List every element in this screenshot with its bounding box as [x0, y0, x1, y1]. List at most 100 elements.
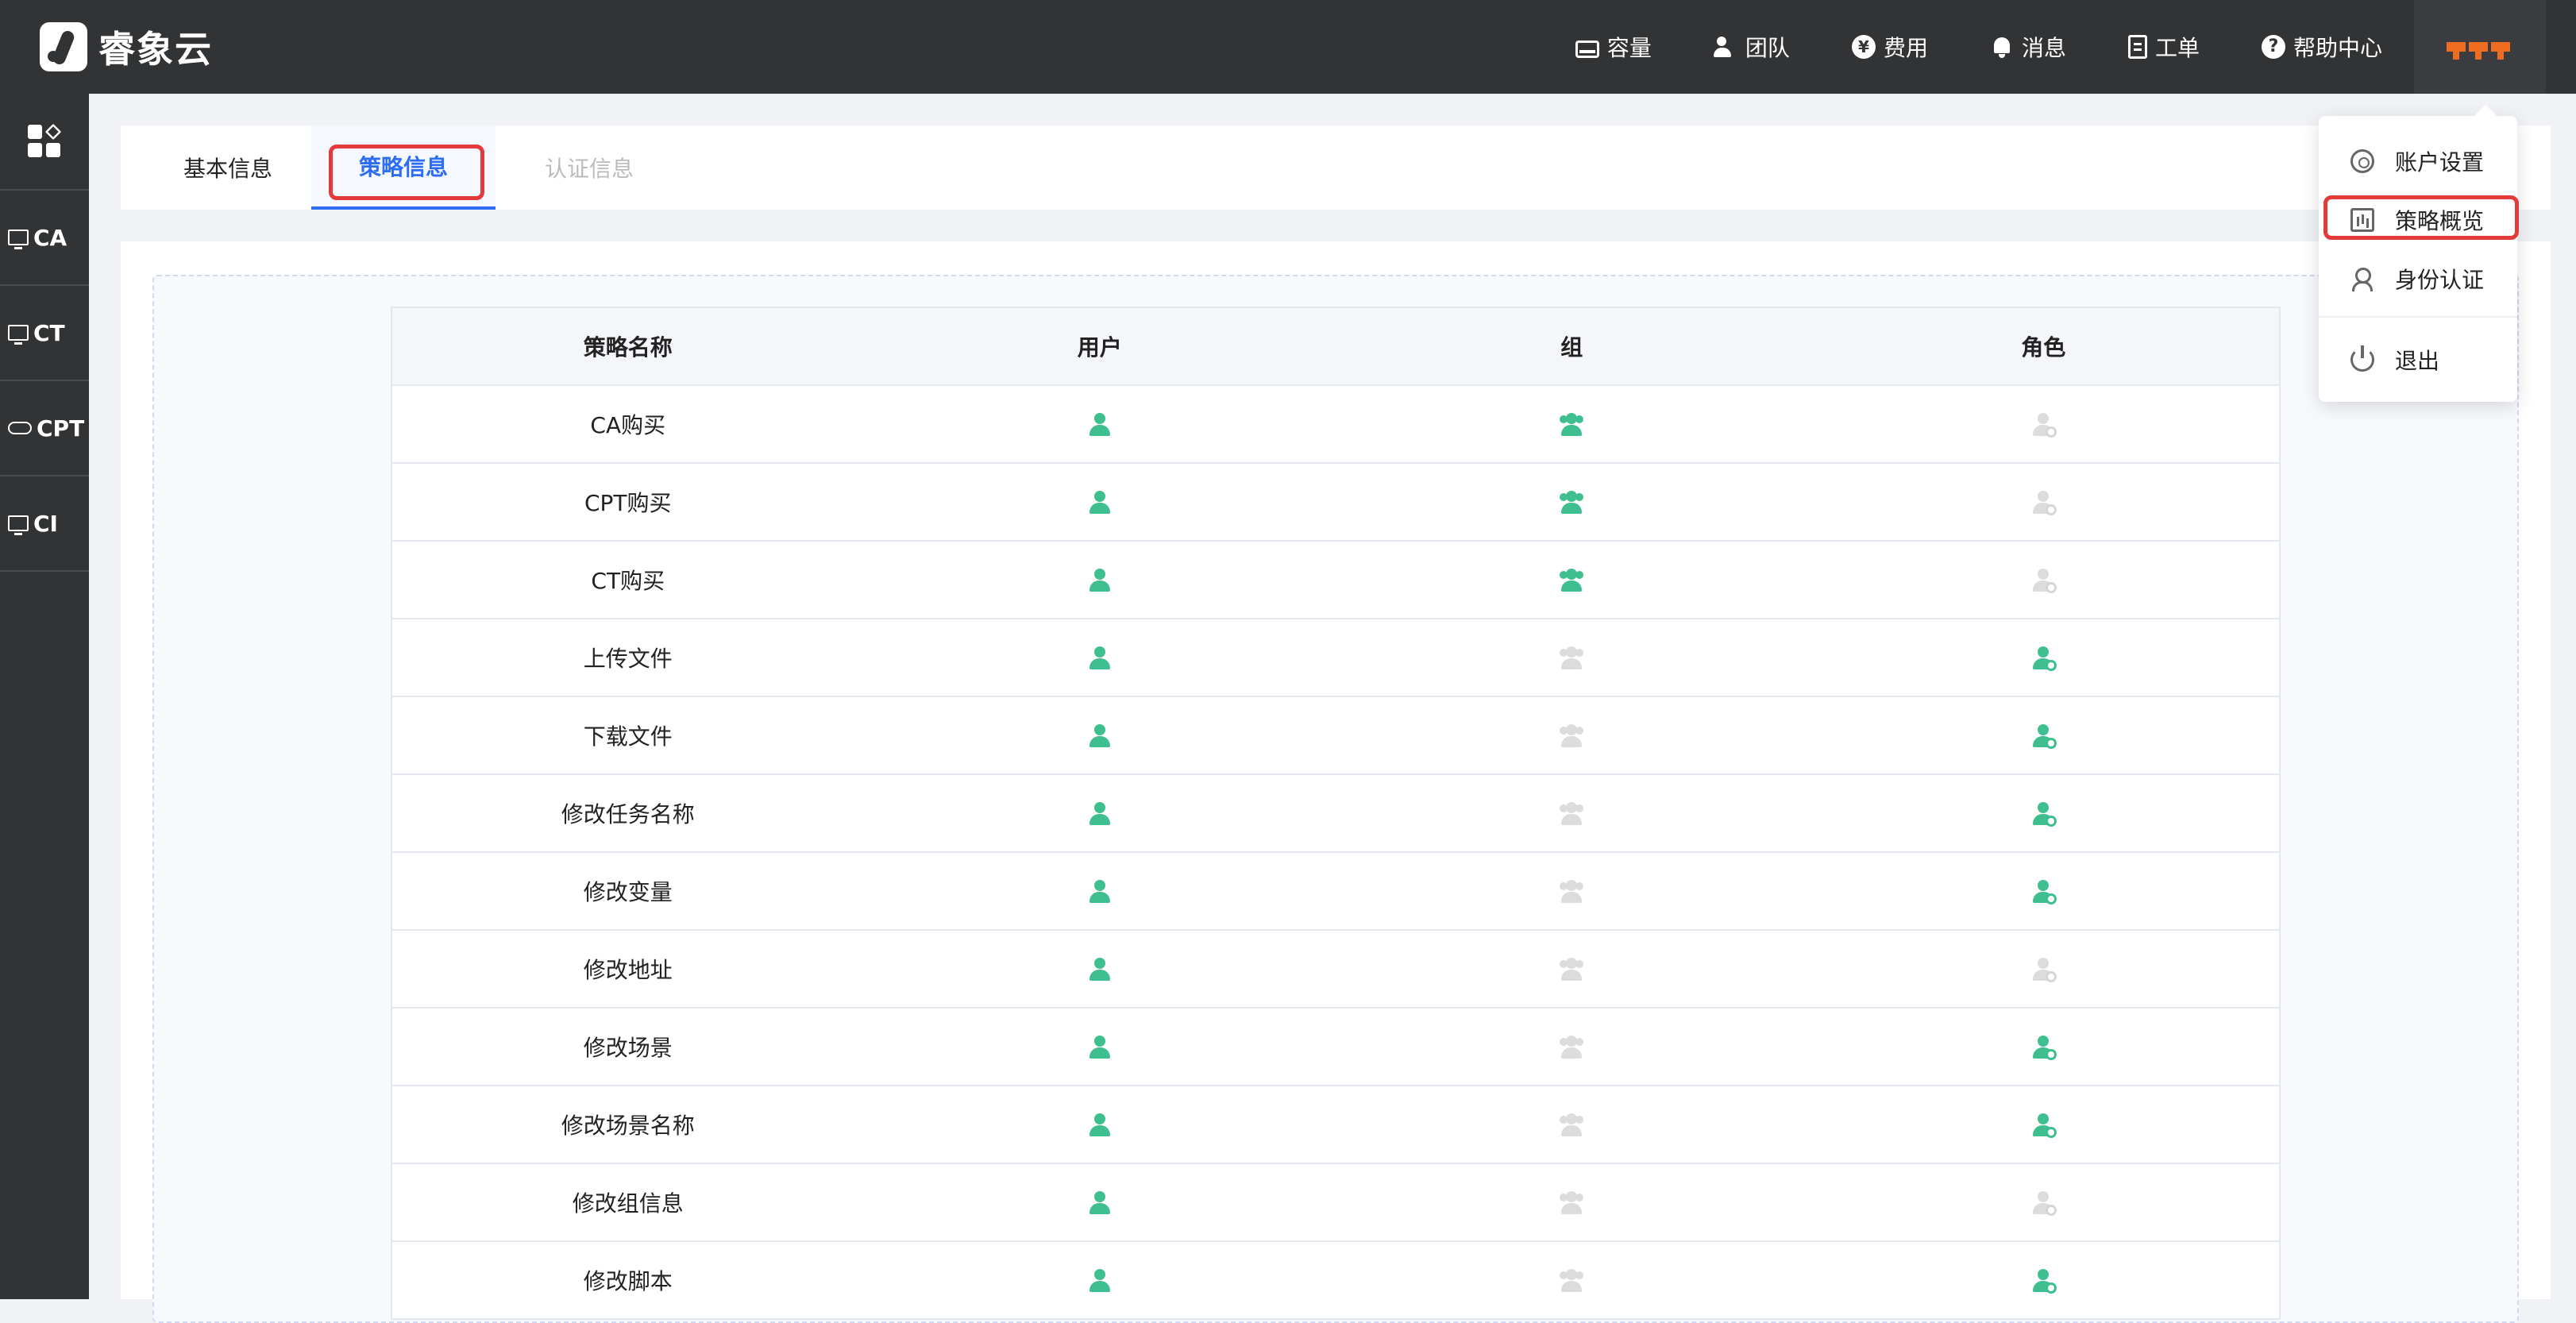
policy-table-body: CA购买 CPT购买 CT购买 上传文件 下载文件 修改任务名称 修改变量 修改地址 修改场景修… — [391, 385, 2280, 1320]
group-disabled-icon — [1560, 879, 1584, 904]
role-cell — [1807, 463, 2280, 542]
group-disabled-icon — [1560, 801, 1584, 827]
tab-auth-info[interactable]: 认证信息 — [496, 125, 683, 210]
help-icon: ? — [2261, 35, 2285, 59]
menu-logout[interactable]: 退出 — [2319, 332, 2517, 388]
table-row: 下载文件 — [391, 696, 2280, 775]
sidebar: CA CT CPT CI — [0, 94, 89, 1299]
team-icon — [1713, 35, 1737, 59]
role-disabled-icon — [2031, 412, 2057, 438]
group-cell — [1336, 1086, 1808, 1164]
group-disabled-icon — [1560, 1035, 1584, 1060]
role-enabled-icon — [2031, 1113, 2057, 1138]
group-enabled-icon — [1560, 490, 1584, 515]
role-disabled-icon — [2031, 957, 2057, 982]
col-policy-name: 策略名称 — [391, 307, 864, 386]
user-enabled-icon — [1088, 1113, 1112, 1138]
role-cell — [1807, 1241, 2280, 1320]
policy-name-cell: 修改脚本 — [391, 1241, 864, 1320]
role-cell — [1807, 541, 2280, 619]
table-row: 修改任务名称 — [391, 774, 2280, 853]
group-disabled-icon — [1560, 646, 1584, 671]
group-cell — [1336, 619, 1808, 697]
nav-ticket[interactable]: 工单 — [2127, 31, 2200, 63]
role-cell — [1807, 852, 2280, 931]
brand-logo[interactable]: 睿象云 — [40, 22, 213, 71]
monitor-icon — [8, 515, 29, 535]
policy-name-cell: CA购买 — [391, 385, 864, 464]
policy-name-cell: 修改变量 — [391, 852, 864, 931]
user-cell — [863, 463, 1336, 542]
col-role: 角色 — [1807, 307, 2280, 386]
user-enabled-icon — [1088, 957, 1112, 982]
monitor-icon — [8, 325, 29, 345]
group-cell — [1336, 852, 1808, 931]
role-disabled-icon — [2031, 568, 2057, 593]
group-cell — [1336, 1241, 1808, 1320]
clipboard-icon — [2127, 35, 2147, 59]
policy-table: 策略名称 用户 组 角色 CA购买 CPT购买 CT购买 上传文件 下载文件 修改任务名称… — [391, 307, 2281, 1320]
user-cell — [863, 385, 1336, 464]
sidebar-item-ca[interactable]: CA — [0, 191, 89, 286]
role-cell — [1807, 774, 2280, 853]
user-enabled-icon — [1088, 723, 1112, 749]
nav-help[interactable]: ? 帮助中心 — [2261, 31, 2382, 63]
nav-ticket-label: 工单 — [2154, 35, 2200, 61]
menu-account-settings[interactable]: 账户设置 — [2319, 133, 2517, 189]
nav-capacity[interactable]: 容量 — [1575, 31, 1652, 63]
sidebar-home[interactable] — [0, 94, 89, 191]
table-row: 修改地址 — [391, 930, 2280, 1009]
table-row: CT购买 — [391, 541, 2280, 619]
policy-name-cell: CT购买 — [391, 541, 864, 619]
user-cell — [863, 696, 1336, 775]
policy-name-cell: 修改组信息 — [391, 1163, 864, 1242]
table-row: 修改场景名称 — [391, 1086, 2280, 1164]
user-dropdown-menu: 账户设置 策略概览 身份认证 退出 — [2319, 116, 2517, 402]
apps-grid-icon — [28, 123, 62, 158]
user-enabled-icon — [1088, 1190, 1112, 1216]
user-avatar-menu[interactable] — [2414, 0, 2546, 94]
sidebar-item-ci[interactable]: CI — [0, 476, 89, 572]
menu-item-label: 身份认证 — [2395, 267, 2485, 293]
menu-item-label: 账户设置 — [2395, 149, 2485, 176]
table-row: 修改变量 — [391, 852, 2280, 931]
nav-fee-label: 费用 — [1883, 35, 1928, 61]
nav-fee[interactable]: ¥ 费用 — [1851, 31, 1928, 63]
top-bar: 睿象云 容量 团队 ¥ 费用 消息 工单 ? 帮助中心 — [0, 0, 2576, 94]
yen-icon: ¥ — [1851, 35, 1876, 59]
sidebar-item-label: CT — [33, 319, 65, 346]
role-cell — [1807, 619, 2280, 697]
group-disabled-icon — [1560, 1113, 1584, 1138]
sidebar-item-cpt[interactable]: CPT — [0, 381, 89, 476]
user-enabled-icon — [1088, 412, 1112, 438]
role-cell — [1807, 385, 2280, 464]
group-enabled-icon — [1560, 568, 1584, 593]
sidebar-item-label: CI — [33, 510, 58, 537]
menu-policy-overview[interactable]: 策略概览 — [2319, 192, 2517, 248]
group-disabled-icon — [1560, 1190, 1584, 1216]
group-cell — [1336, 696, 1808, 775]
user-cell — [863, 541, 1336, 619]
col-user: 用户 — [863, 307, 1336, 386]
sidebar-item-label: CA — [33, 224, 67, 251]
sidebar-item-ct[interactable]: CT — [0, 286, 89, 381]
policy-name-cell: 修改场景 — [391, 1008, 864, 1086]
table-header-row: 策略名称 用户 组 角色 — [391, 307, 2280, 386]
tab-policy-info[interactable]: 策略信息 — [311, 125, 496, 210]
policy-name-cell: 下载文件 — [391, 696, 864, 775]
policy-name-cell: 上传文件 — [391, 619, 864, 697]
tab-basic-info[interactable]: 基本信息 — [152, 125, 303, 210]
bell-icon — [1990, 35, 2014, 59]
group-disabled-icon — [1560, 957, 1584, 982]
role-disabled-icon — [2031, 490, 2057, 515]
role-cell — [1807, 930, 2280, 1009]
role-cell — [1807, 1008, 2280, 1086]
role-enabled-icon — [2031, 1035, 2057, 1060]
nav-message-label: 消息 — [2021, 35, 2066, 61]
menu-identity-auth[interactable]: 身份认证 — [2319, 251, 2517, 307]
user-enabled-icon — [1088, 568, 1112, 593]
nav-message[interactable]: 消息 — [1990, 31, 2066, 63]
user-enabled-icon — [1088, 879, 1112, 904]
nav-team[interactable]: 团队 — [1713, 31, 1790, 63]
table-row: 修改组信息 — [391, 1163, 2280, 1242]
